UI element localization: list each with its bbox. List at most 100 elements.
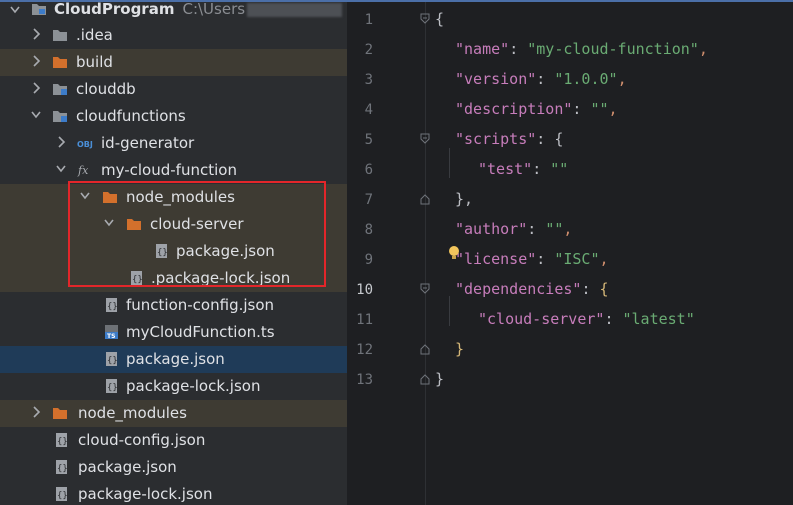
code-line-11[interactable]: "cloud-server": "latest" [478, 310, 695, 328]
tree-item-id-generator[interactable]: OBJ id-generator [0, 130, 347, 157]
tree-item-package-json-root[interactable]: {} package.json [0, 454, 347, 481]
tree-item-label: my-cloud-function [101, 161, 237, 179]
indent-guide [449, 148, 450, 178]
svg-text:{}: {} [107, 356, 118, 366]
fold-open-icon[interactable] [420, 283, 430, 295]
redacted-path [247, 2, 343, 17]
code-line-1[interactable]: { [435, 10, 444, 28]
project-tree-panel: CloudProgram C:\Users .idea build clouddb… [0, 0, 347, 505]
tree-item-label: package.json [126, 350, 225, 368]
svg-text:OBJ: OBJ [77, 140, 93, 149]
tree-item-cloud-config[interactable]: {} cloud-config.json [0, 427, 347, 454]
folder-orange-icon [53, 408, 67, 419]
folder-plain-icon [53, 30, 67, 41]
line-number: 6 [364, 162, 373, 178]
code-line-4[interactable]: "description": "", [455, 100, 618, 118]
tree-item-label: package-lock.json [126, 377, 261, 395]
code-line-3[interactable]: "version": "1.0.0", [455, 70, 627, 88]
svg-text:TS: TS [107, 333, 115, 339]
tree-item-cloudfunctions[interactable]: cloudfunctions [0, 103, 347, 130]
line-number: 3 [364, 72, 373, 88]
folder-functions-icon [53, 111, 67, 122]
tree-item-my-cloud-function[interactable]: fx my-cloud-function [0, 157, 347, 184]
fold-open-icon[interactable] [420, 13, 430, 25]
project-folder-icon [32, 4, 46, 15]
line-number: 13 [356, 372, 373, 388]
code-line-8[interactable]: "author": "", [455, 220, 572, 238]
tree-item-label: cloudfunctions [76, 107, 186, 125]
gutter-separator [425, 2, 426, 505]
svg-text:{}: {} [57, 464, 68, 474]
tree-item-package-json-selected[interactable]: {} package.json [0, 346, 347, 373]
fold-close-icon[interactable] [420, 343, 430, 355]
line-number: 12 [356, 342, 373, 358]
fold-close-icon[interactable] [420, 193, 430, 205]
json-file-icon: {} [56, 433, 68, 447]
line-number: 5 [364, 132, 373, 148]
tree-item-package-lock-root[interactable]: {} package-lock.json [0, 481, 347, 505]
chevron-right-icon[interactable] [31, 82, 41, 94]
lightbulb-icon[interactable] [447, 245, 461, 261]
code-line-9[interactable]: "license": "ISC", [455, 250, 609, 268]
tree-item-label: .idea [76, 26, 113, 44]
fold-close-icon[interactable] [420, 373, 430, 385]
folder-db-icon [53, 84, 67, 95]
code-line-2[interactable]: "name": "my-cloud-function", [455, 40, 708, 58]
folder-orange-icon [53, 57, 67, 68]
json-file-icon: {} [56, 487, 68, 501]
line-number: 9 [364, 252, 373, 268]
chevron-right-icon[interactable] [31, 55, 41, 67]
indent-guide [449, 296, 450, 326]
svg-text:{}: {} [107, 302, 118, 312]
obj-icon: OBJ [77, 140, 93, 149]
tree-item-clouddb[interactable]: clouddb [0, 76, 347, 103]
line-number: 8 [364, 222, 373, 238]
highlight-box [68, 181, 326, 287]
fx-icon: fx [77, 164, 89, 177]
project-path: C:\Users [182, 0, 246, 18]
tree-item-function-config[interactable]: {} function-config.json [0, 292, 347, 319]
tree-item-label: function-config.json [126, 296, 275, 314]
tree-item-label: build [76, 53, 113, 71]
tree-item-package-lock[interactable]: {} package-lock.json [0, 373, 347, 400]
json-file-icon: {} [106, 298, 118, 312]
code-line-10[interactable]: "dependencies": { [455, 280, 609, 298]
chevron-down-icon[interactable] [56, 163, 66, 175]
code-line-5[interactable]: "scripts": { [455, 130, 563, 148]
svg-text:fx: fx [77, 164, 89, 177]
tree-item-label: id-generator [101, 134, 195, 152]
code-line-13[interactable]: } [435, 370, 444, 388]
line-number: 4 [364, 102, 373, 118]
code-editor[interactable]: 1 2 3 4 5 6 7 8 9 10 11 12 13 { "name": … [347, 2, 793, 505]
tree-item-node-modules-root[interactable]: node_modules [0, 400, 347, 427]
tree-item-label: clouddb [76, 80, 136, 98]
tree-item-label: cloud-config.json [78, 431, 206, 449]
chevron-right-icon[interactable] [31, 28, 41, 40]
tree-item-mycloudfunction-ts[interactable]: TS myCloudFunction.ts [0, 319, 347, 346]
tree-item-idea[interactable]: .idea [0, 22, 347, 49]
tree-item-label: package.json [78, 458, 177, 476]
json-file-icon: {} [106, 352, 118, 366]
chevron-down-icon[interactable] [31, 109, 41, 121]
tree-root-row[interactable]: CloudProgram C:\Users [0, 0, 347, 23]
line-number-current: 10 [356, 282, 373, 298]
line-number: 1 [364, 12, 373, 28]
fold-open-icon[interactable] [420, 133, 430, 145]
chevron-right-icon[interactable] [31, 406, 41, 418]
svg-text:{}: {} [57, 491, 68, 501]
json-file-icon: {} [106, 379, 118, 393]
line-number: 7 [364, 192, 373, 208]
svg-text:{}: {} [107, 383, 118, 393]
json-file-icon: {} [56, 460, 68, 474]
chevron-down-icon[interactable] [10, 4, 20, 16]
line-number: 2 [364, 42, 373, 58]
line-number: 11 [356, 312, 373, 328]
tree-item-label: myCloudFunction.ts [126, 323, 275, 341]
code-line-12[interactable]: } [455, 340, 464, 358]
chevron-right-icon[interactable] [56, 136, 66, 148]
tree-item-build[interactable]: build [0, 49, 347, 76]
code-line-6[interactable]: "test": "" [478, 160, 568, 178]
ts-file-icon: TS [105, 325, 118, 339]
code-line-7[interactable]: }, [455, 190, 473, 208]
project-name: CloudProgram [54, 0, 175, 18]
